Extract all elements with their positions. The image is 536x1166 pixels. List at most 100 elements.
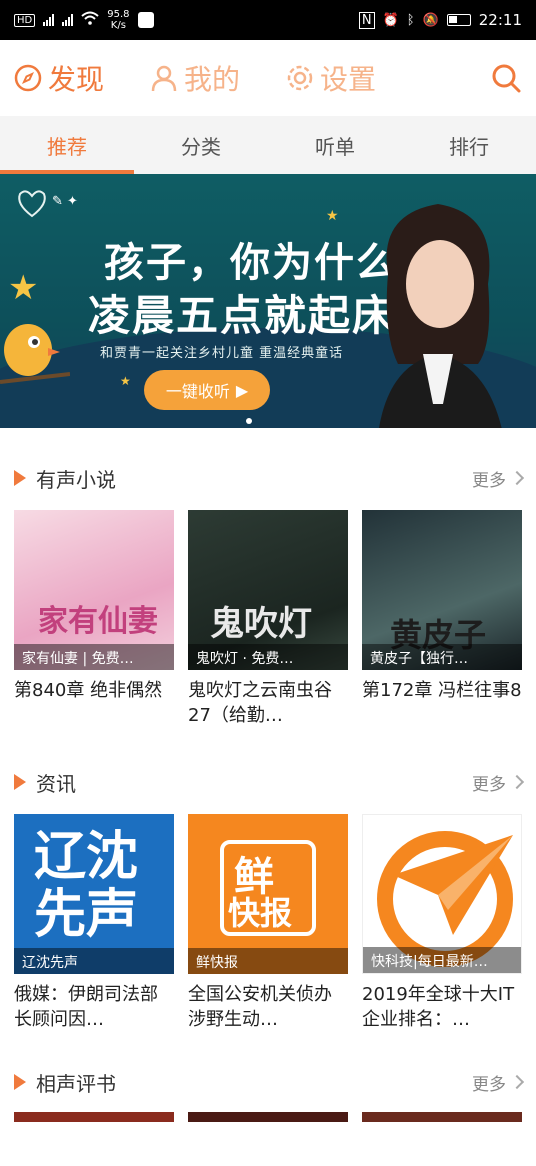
star-icon: ★: [326, 208, 339, 224]
compass-icon: [14, 64, 42, 92]
charity-logo-icon: [18, 190, 46, 218]
net-speed-value: 95.8: [107, 9, 130, 20]
more-label: 更多: [472, 1074, 506, 1095]
section-crosstalk: 相声评书 更多: [0, 1058, 536, 1122]
cover-caption: 黄皮子【独行…: [362, 644, 522, 670]
more-link[interactable]: 更多: [472, 466, 525, 491]
campaign-badge: ✎ ✦: [52, 194, 78, 209]
section-marker-icon: [14, 1074, 26, 1090]
media-card[interactable]: 鲜 快报 鲜快报 全国公安机关侦办涉野生动…: [188, 814, 348, 1034]
mute-icon: 🔕: [422, 12, 439, 28]
cover-title-art: 鬼吹灯: [210, 604, 312, 644]
chevron-right-icon: [509, 470, 525, 486]
section-header: 有声小说 更多: [14, 454, 525, 502]
promo-banner[interactable]: ✎ ✦ ★ ★ ★ 孩子，你为什么 凌晨五点就起床？ 和贾青一起关注乡村儿童 重…: [0, 174, 536, 428]
section-title: 有声小说: [36, 467, 116, 492]
banner-headline-1: 孩子，你为什么: [104, 240, 398, 286]
section-marker-icon: [14, 470, 26, 486]
media-card[interactable]: 快科技|每日最新… 2019年全球十大IT企业排名：…: [362, 814, 522, 1034]
star-icon: ★: [8, 268, 39, 308]
cover-image: 鲜 快报 鲜快报: [188, 814, 348, 974]
cover-caption: 快科技|每日最新…: [363, 947, 521, 973]
search-icon[interactable]: [490, 62, 522, 94]
cover-caption: 家有仙妻 | 免费…: [14, 644, 174, 670]
media-card[interactable]: [362, 1112, 522, 1122]
star-icon: ★: [120, 374, 131, 388]
cover-image: 家有仙妻 家有仙妻 | 免费…: [14, 510, 174, 670]
nav-settings[interactable]: 设置: [286, 58, 376, 98]
chevron-right-icon: [509, 1074, 525, 1090]
card-title: 第840章 绝非偶然: [14, 680, 163, 701]
cover-image: 鬼吹灯 鬼吹灯 · 免费…: [188, 510, 348, 670]
cover-image: 辽沈 先声 辽沈先声: [14, 814, 174, 974]
alarm-icon: ⏰: [382, 12, 399, 28]
card-row: [14, 1112, 522, 1122]
media-card[interactable]: [14, 1112, 174, 1122]
signal-icon-2: [62, 14, 74, 26]
card-title: 2019年全球十大IT企业排名：…: [362, 984, 515, 1030]
cover-image: 黄皮子 黄皮子【独行…: [362, 510, 522, 670]
section-news: 资讯 更多 辽沈 先声 辽沈先声 俄媒：伊朗司法部长顾问因… 鲜 快报 鲜快报 …: [0, 758, 536, 1034]
tab-recommend[interactable]: 推荐: [0, 116, 134, 174]
cover-title-art: 辽沈: [34, 827, 139, 887]
top-nav: 发现 我的 设置: [0, 40, 536, 116]
user-icon: [151, 65, 177, 92]
chevron-right-icon: [509, 774, 525, 790]
card-title: 鬼吹灯之云南虫谷27（给勤…: [188, 680, 332, 726]
more-link[interactable]: 更多: [472, 1070, 525, 1095]
media-card[interactable]: 辽沈 先声 辽沈先声 俄媒：伊朗司法部长顾问因…: [14, 814, 174, 1034]
banner-subtitle: 和贾青一起关注乡村儿童 重温经典童话: [100, 346, 344, 361]
nav-settings-label: 设置: [320, 63, 377, 96]
bird-icon: [0, 324, 70, 384]
listen-now-button[interactable]: 一键收听 ▶: [144, 370, 270, 410]
cover-title-art-2: 先声: [34, 885, 139, 945]
listen-now-label: 一键收听: [165, 382, 230, 401]
nav-mine-label: 我的: [184, 63, 241, 96]
tab-ranking[interactable]: 排行: [402, 116, 536, 174]
nav-discover[interactable]: 发现: [14, 58, 104, 98]
net-speed: 95.8 K/s: [107, 9, 129, 31]
bluetooth-icon: ᛒ: [406, 12, 415, 28]
media-card[interactable]: 鬼吹灯 鬼吹灯 · 免费… 鬼吹灯之云南虫谷27（给勤…: [188, 510, 348, 730]
status-bar: HD 95.8 K/s N ⏰ ᛒ 🔕 22:11: [0, 0, 536, 40]
section-marker-icon: [14, 774, 26, 790]
cover-image: [362, 1112, 522, 1122]
section-header: 相声评书 更多: [14, 1058, 525, 1106]
carousel-indicator: [246, 418, 252, 424]
media-card[interactable]: 家有仙妻 家有仙妻 | 免费… 第840章 绝非偶然: [14, 510, 174, 730]
battery-icon: [446, 14, 471, 26]
more-label: 更多: [472, 470, 506, 491]
category-tabs: 推荐 分类 听单 排行: [0, 116, 536, 174]
tab-playlist[interactable]: 听单: [268, 116, 402, 174]
signal-icon: [43, 14, 55, 26]
card-title: 第172章 冯栏往事8: [362, 680, 522, 701]
cover-image: [14, 1112, 174, 1122]
cover-caption: 辽沈先声: [14, 948, 174, 974]
net-speed-unit: K/s: [110, 20, 126, 31]
media-card[interactable]: 黄皮子 黄皮子【独行… 第172章 冯栏往事8: [362, 510, 522, 730]
section-audio-novels: 有声小说 更多 家有仙妻 家有仙妻 | 免费… 第840章 绝非偶然 鬼吹灯 鬼…: [0, 454, 536, 730]
nav-mine[interactable]: 我的: [150, 58, 240, 98]
spokesperson-photo: [379, 204, 502, 428]
card-title: 全国公安机关侦办涉野生动…: [188, 984, 332, 1030]
wifi-icon: [81, 11, 99, 29]
cover-title-art: 家有仙妻: [38, 604, 158, 639]
clock: 22:11: [478, 11, 522, 29]
tab-category[interactable]: 分类: [134, 116, 268, 174]
hd-icon: HD: [14, 13, 36, 27]
more-link[interactable]: 更多: [472, 770, 525, 795]
nfc-icon: N: [358, 11, 375, 29]
nav-discover-label: 发现: [48, 63, 105, 96]
cover-image: 快科技|每日最新…: [362, 814, 522, 974]
media-card[interactable]: [188, 1112, 348, 1122]
gear-icon: [287, 65, 313, 91]
voice-app-icon: [137, 12, 154, 28]
cover-title-art-2: 快报: [228, 894, 293, 932]
cover-image: [188, 1112, 348, 1122]
section-title: 资讯: [36, 771, 76, 796]
play-icon: ▶: [235, 380, 249, 400]
card-row: 家有仙妻 家有仙妻 | 免费… 第840章 绝非偶然 鬼吹灯 鬼吹灯 · 免费……: [14, 510, 522, 730]
section-title: 相声评书: [36, 1071, 116, 1096]
cover-caption: 鲜快报: [188, 948, 348, 974]
card-row: 辽沈 先声 辽沈先声 俄媒：伊朗司法部长顾问因… 鲜 快报 鲜快报 全国公安机关…: [14, 814, 522, 1034]
